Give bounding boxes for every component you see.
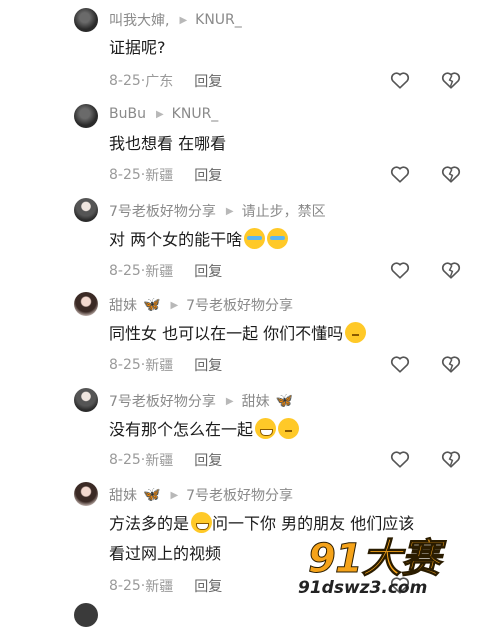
reply-button[interactable]: 回复 [194,355,222,375]
reply-to-name[interactable]: 7号老板好物分享 [186,295,293,315]
reply-date: 8-25 [109,167,141,183]
reply-text-line: 同性女 也可以在一起 你们不懂吗 [109,322,367,346]
butterfly-icon: 🦋 [275,393,294,409]
reply-arrow-icon: ▶ [155,108,164,120]
reply-date: 8-25 [109,263,141,279]
dislike-icon[interactable] [440,69,462,91]
reply-item: 甜妹 🦋 ▶ 7号老板好物分享 同性女 也可以在一起 你们不懂吗 8-25 · … [0,286,480,382]
reply-header: 叫我大婶, ▶ KNUR_ [109,10,242,30]
reply-to-name[interactable]: KNUR_ [195,12,242,28]
reply-location: 新疆 [145,264,174,280]
reply-date: 8-25 [109,452,141,468]
reply-to-name[interactable]: 7号老板好物分享 [186,485,293,505]
reply-button[interactable]: 回复 [194,165,222,185]
crying-laughing-emoji-icon [267,228,289,249]
reply-arrow-icon: ▶ [179,14,188,26]
reply-to-name[interactable]: 请止步，禁区 [242,201,326,221]
reply-text: 同性女 也可以在一起 你们不懂吗 [109,324,344,343]
reply-meta: 8-25 · 新疆 回复 [109,576,222,596]
reply-text: 没有那个怎么在一起 [109,420,254,439]
dislike-icon[interactable] [440,259,462,281]
reply-text-line: 对 两个女的能干啥 [109,228,289,252]
reply-button[interactable]: 回复 [194,576,222,596]
reply-text-line: 没有那个怎么在一起 [109,418,300,442]
thinking-emoji-icon [278,418,300,439]
watermark-logo: 91大赛 [308,536,442,583]
reply-text: 我也想看 在哪看 [109,134,227,153]
reply-to-name[interactable]: KNUR_ [172,106,219,122]
avatar[interactable] [74,388,98,412]
dislike-icon[interactable] [440,448,462,470]
watermark-url: 91dswz3.com [298,578,428,598]
like-icon[interactable] [389,353,411,375]
grinning-emoji-icon [255,418,277,439]
like-icon[interactable] [389,448,411,470]
reply-date: 8-25 [109,578,141,594]
reply-arrow-icon: ▶ [170,299,179,311]
reply-arrow-icon: ▶ [225,395,234,407]
reply-location: 新疆 [145,579,174,595]
reply-meta: 8-25 · 广东 回复 [109,71,222,91]
reply-text-line-2: 看过网上的视频 [109,544,222,563]
author-name[interactable]: 7号老板好物分享 [109,201,216,221]
reply-arrow-icon: ▶ [170,489,179,501]
reply-header: 7号老板好物分享 ▶ 甜妹 🦋 [109,391,293,411]
butterfly-icon: 🦋 [143,297,161,313]
like-icon[interactable] [389,163,411,185]
reply-button[interactable]: 回复 [194,450,222,470]
author-name[interactable]: 7号老板好物分享 [109,391,216,411]
avatar[interactable] [74,198,98,222]
author-name[interactable]: 甜妹 [109,485,137,505]
reply-item: BuBu ▶ KNUR_ 我也想看 在哪看 8-25 · 新疆 回复 [0,96,480,192]
avatar[interactable] [74,104,98,128]
reply-item: 7号老板好物分享 ▶ 请止步，禁区 对 两个女的能干啥 8-25 · 新疆 回复 [0,192,480,286]
butterfly-icon: 🦋 [143,487,161,503]
reply-header: 甜妹 🦋 ▶ 7号老板好物分享 [109,295,293,315]
reply-item: 7号老板好物分享 ▶ 甜妹 🦋 没有那个怎么在一起 8-25 · 新疆 回复 [0,382,480,476]
reply-header: BuBu ▶ KNUR_ [109,106,218,122]
grinning-emoji-icon [191,512,213,533]
reply-meta: 8-25 · 新疆 回复 [109,450,222,470]
like-icon[interactable] [389,69,411,91]
reply-text: 证据呢? [109,38,166,57]
reply-location: 广东 [145,74,174,90]
author-name[interactable]: 叫我大婶, [109,10,169,30]
crying-laughing-emoji-icon [244,228,266,249]
reply-to-name[interactable]: 甜妹 [242,391,270,411]
avatar[interactable] [74,8,98,32]
like-icon[interactable] [389,259,411,281]
reply-arrow-icon: ▶ [225,205,234,217]
avatar[interactable] [74,292,98,316]
avatar[interactable] [74,603,98,627]
reply-date: 8-25 [109,357,141,373]
reply-date: 8-25 [109,73,141,89]
reply-location: 新疆 [145,453,174,469]
reply-location: 新疆 [145,168,174,184]
dislike-icon[interactable] [440,353,462,375]
author-name[interactable]: BuBu [109,106,146,122]
reply-button[interactable]: 回复 [194,261,222,281]
avatar[interactable] [74,482,98,506]
reply-meta: 8-25 · 新疆 回复 [109,355,222,375]
reply-meta: 8-25 · 新疆 回复 [109,261,222,281]
author-name[interactable]: 甜妹 [109,295,137,315]
reply-header: 甜妹 🦋 ▶ 7号老板好物分享 [109,485,293,505]
thinking-emoji-icon [345,322,367,343]
reply-header: 7号老板好物分享 ▶ 请止步，禁区 [109,201,326,221]
reply-button[interactable]: 回复 [194,71,222,91]
dislike-icon[interactable] [440,163,462,185]
reply-text: 对 两个女的能干啥 [109,230,243,249]
reply-text-part: 方法多的是 [109,514,190,533]
reply-meta: 8-25 · 新疆 回复 [109,165,222,185]
watermark: 91大赛 91dswz3.com [298,526,480,612]
reply-item: 叫我大婶, ▶ KNUR_ 证据呢? 8-25 · 广东 回复 [0,0,480,96]
reply-location: 新疆 [145,358,174,374]
